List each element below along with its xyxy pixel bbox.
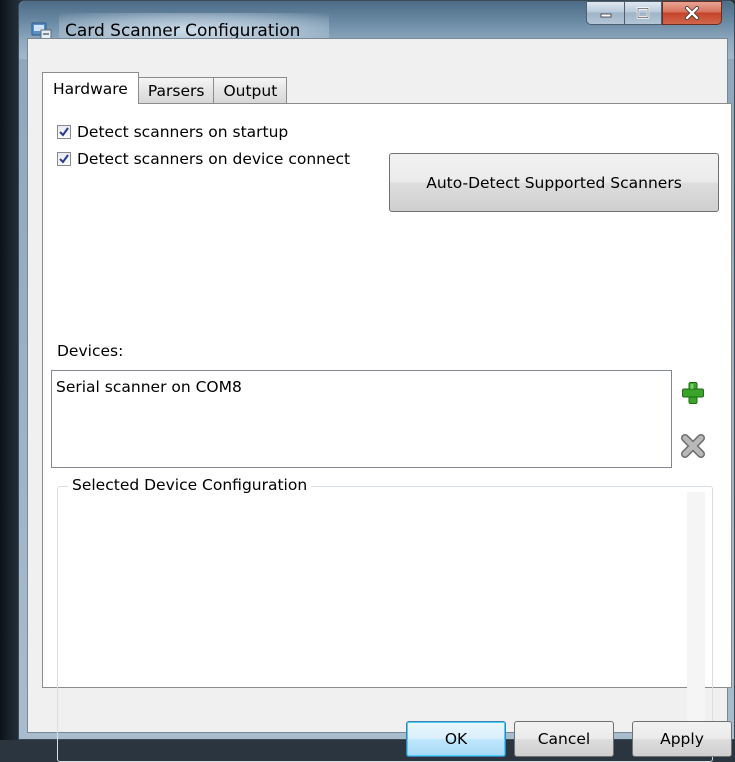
desktop-background: [0, 0, 20, 740]
devices-list[interactable]: Serial scanner on COM8: [51, 370, 672, 468]
list-item[interactable]: Serial scanner on COM8: [52, 371, 671, 396]
checkmark-icon: [59, 154, 69, 164]
ok-button[interactable]: OK: [406, 721, 506, 757]
plus-icon: [682, 382, 704, 404]
dialog-window: Card Scanner Configuration Hardware Pars…: [18, 0, 735, 762]
close-icon: [685, 6, 699, 20]
caption-buttons: [586, 1, 722, 25]
detect-connect-checkbox[interactable]: [57, 152, 71, 166]
detect-startup-option[interactable]: Detect scanners on startup: [57, 123, 288, 141]
remove-device-button[interactable]: [679, 432, 707, 460]
detect-connect-label: Detect scanners on device connect: [77, 150, 351, 168]
minimize-icon: [600, 13, 611, 18]
config-scrollbar[interactable]: [687, 492, 705, 754]
tab-output[interactable]: Output: [213, 77, 288, 104]
tab-hardware[interactable]: Hardware: [42, 72, 139, 104]
detect-startup-checkbox[interactable]: [57, 125, 71, 139]
selected-device-config-group: Selected Device Configuration: [57, 476, 713, 762]
minimize-button[interactable]: [586, 1, 624, 25]
apply-button[interactable]: Apply: [632, 721, 732, 757]
detect-startup-label: Detect scanners on startup: [77, 123, 289, 141]
hardware-tab-panel: Detect scanners on startup Detect scanne…: [42, 103, 732, 762]
dialog-client-area: Hardware Parsers Output Detect scanners …: [27, 38, 732, 762]
tab-parsers[interactable]: Parsers: [137, 77, 215, 104]
checkmark-icon: [59, 127, 69, 137]
devices-label: Devices:: [57, 342, 124, 360]
maximize-button[interactable]: [624, 1, 662, 25]
maximize-icon: [636, 7, 650, 19]
tab-strip: Hardware Parsers Output: [42, 72, 288, 104]
group-title: Selected Device Configuration: [68, 476, 312, 494]
x-icon: [681, 434, 705, 458]
cancel-button[interactable]: Cancel: [514, 721, 614, 757]
add-device-button[interactable]: [679, 379, 707, 407]
auto-detect-button[interactable]: Auto-Detect Supported Scanners: [389, 153, 719, 212]
close-button[interactable]: [662, 1, 722, 25]
detect-connect-option[interactable]: Detect scanners on device connect: [57, 150, 350, 168]
